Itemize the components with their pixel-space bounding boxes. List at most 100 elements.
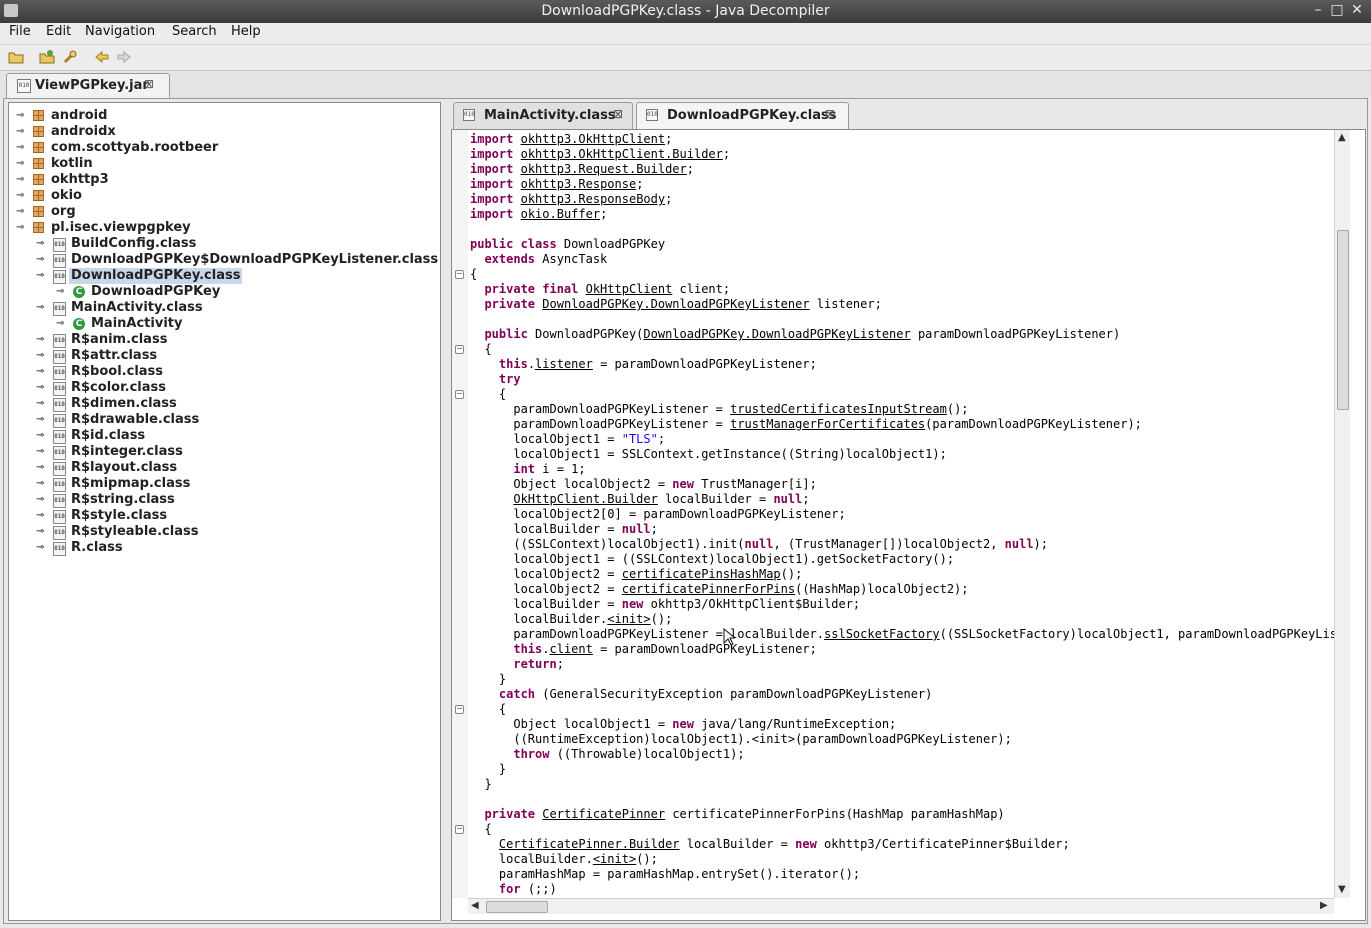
vertical-scroll-thumb[interactable]	[1337, 230, 1349, 410]
fold-toggle-icon[interactable]: −	[455, 345, 464, 354]
code-link[interactable]: certificatePinsHashMap	[622, 567, 781, 581]
expand-icon[interactable]: ⊸	[16, 204, 26, 220]
expand-icon[interactable]: ⊸	[36, 540, 46, 556]
expand-icon[interactable]: ⊸	[36, 252, 46, 268]
tab-downloadpgpkey-class[interactable]: 010 DownloadPGPKey.class ⊠	[636, 102, 849, 129]
code-link[interactable]: sslSocketFactory	[824, 627, 940, 641]
collapse-icon[interactable]: ⊸	[16, 220, 26, 236]
scroll-up-icon[interactable]: ▲	[1338, 132, 1346, 143]
expand-icon[interactable]: ⊸	[56, 284, 66, 300]
tree-item[interactable]: ⊸ C DownloadPGPKey	[9, 284, 440, 300]
tree-item[interactable]: ⊸ 010 R$bool.class	[9, 364, 440, 380]
tree-item[interactable]: ⊸ 010 R$drawable.class	[9, 412, 440, 428]
scroll-down-icon[interactable]: ▼	[1338, 884, 1346, 895]
fold-toggle-icon[interactable]: −	[455, 705, 464, 714]
open-type-icon[interactable]	[39, 49, 55, 65]
tree-item[interactable]: ⊸ 010 MainActivity.class	[9, 300, 440, 316]
close-button[interactable]: ✕	[1348, 2, 1366, 18]
tree-item[interactable]: ⊸ 010 R$dimen.class	[9, 396, 440, 412]
fold-toggle-icon[interactable]: −	[455, 390, 464, 399]
tree-item[interactable]: ⊸ C MainActivity	[9, 316, 440, 332]
code-link[interactable]: <init>	[593, 852, 636, 866]
tree-item[interactable]: ⊸ okhttp3	[9, 172, 440, 188]
tree-item[interactable]: ⊸ okio	[9, 188, 440, 204]
code-link[interactable]: trustedCertificatesInputStream	[730, 402, 947, 416]
expand-icon[interactable]: ⊸	[36, 508, 46, 524]
tree-item[interactable]: ⊸ pl.isec.viewpgpkey	[9, 220, 440, 236]
expand-icon[interactable]: ⊸	[36, 460, 46, 476]
scroll-right-icon[interactable]: ▶	[1320, 900, 1328, 911]
expand-icon[interactable]: ⊸	[36, 380, 46, 396]
menu-navigation[interactable]: Navigation	[85, 24, 155, 39]
tree-item[interactable]: ⊸ 010 R$color.class	[9, 380, 440, 396]
tab-mainactivity-class[interactable]: 010 MainActivity.class ⊠	[453, 102, 633, 129]
tree-item[interactable]: ⊸ com.scottyab.rootbeer	[9, 140, 440, 156]
tab-viewpgpkey-jar[interactable]: 010 ViewPGPkey.jar ⊠	[6, 73, 170, 98]
expand-icon[interactable]: ⊸	[16, 140, 26, 156]
code-link[interactable]: okhttp3.Response	[521, 177, 637, 191]
tree-item[interactable]: ⊸ android	[9, 108, 440, 124]
expand-icon[interactable]: ⊸	[36, 236, 46, 252]
tree-item[interactable]: ⊸ kotlin	[9, 156, 440, 172]
tree-item[interactable]: ⊸ 010 R$attr.class	[9, 348, 440, 364]
code-link[interactable]: OkHttpClient	[586, 282, 673, 296]
search-icon[interactable]	[62, 49, 78, 65]
expand-icon[interactable]: ⊸	[36, 348, 46, 364]
code-link[interactable]: okhttp3.OkHttpClient	[521, 132, 666, 146]
code-link[interactable]: okhttp3.ResponseBody	[521, 192, 666, 206]
tree-item[interactable]: ⊸ 010 R$layout.class	[9, 460, 440, 476]
menu-help[interactable]: Help	[231, 24, 261, 39]
code-link[interactable]: listener	[535, 357, 593, 371]
tree-item[interactable]: ⊸ 010 BuildConfig.class	[9, 236, 440, 252]
collapse-icon[interactable]: ⊸	[36, 300, 46, 316]
minimize-button[interactable]: –	[1309, 2, 1327, 18]
code-link[interactable]: CertificatePinner	[542, 807, 665, 821]
horizontal-scroll-thumb[interactable]	[486, 901, 548, 913]
expand-icon[interactable]: ⊸	[56, 316, 66, 332]
expand-icon[interactable]: ⊸	[16, 124, 26, 140]
tree-item[interactable]: ⊸ 010 R$mipmap.class	[9, 476, 440, 492]
expand-icon[interactable]: ⊸	[16, 172, 26, 188]
back-icon[interactable]	[94, 49, 110, 65]
expand-icon[interactable]: ⊸	[36, 364, 46, 380]
tree-item[interactable]: ⊸ 010 R$style.class	[9, 508, 440, 524]
tree-item[interactable]: ⊸ 010 R$integer.class	[9, 444, 440, 460]
close-tab-icon[interactable]: ⊠	[613, 107, 623, 121]
tree-item[interactable]: ⊸ org	[9, 204, 440, 220]
expand-icon[interactable]: ⊸	[36, 524, 46, 540]
horizontal-scrollbar[interactable]: ◀ ▶	[468, 898, 1334, 914]
code-link[interactable]: DownloadPGPKey.DownloadPGPKeyListener	[542, 297, 809, 311]
menu-search[interactable]: Search	[172, 24, 217, 39]
open-file-icon[interactable]	[8, 49, 24, 65]
tree-item[interactable]: ⊸ androidx	[9, 124, 440, 140]
expand-icon[interactable]: ⊸	[36, 428, 46, 444]
menu-edit[interactable]: Edit	[46, 24, 71, 39]
tree-item[interactable]: ⊸ 010 R$id.class	[9, 428, 440, 444]
code-link[interactable]: certificatePinnerForPins	[622, 582, 795, 596]
vertical-scrollbar[interactable]: ▲ ▼	[1334, 130, 1350, 898]
expand-icon[interactable]: ⊸	[16, 188, 26, 204]
tree-item[interactable]: ⊸ 010 DownloadPGPKey.class	[9, 268, 440, 284]
maximize-button[interactable]: □	[1328, 2, 1346, 18]
menu-file[interactable]: File	[9, 24, 31, 39]
forward-icon[interactable]	[116, 49, 132, 65]
code-link[interactable]: trustManagerForCertificates	[730, 417, 925, 431]
code-link[interactable]: CertificatePinner.Builder	[499, 837, 680, 851]
tree-item[interactable]: ⊸ 010 DownloadPGPKey$DownloadPGPKeyListene…	[9, 252, 440, 268]
expand-icon[interactable]: ⊸	[36, 412, 46, 428]
collapse-icon[interactable]: ⊸	[36, 268, 46, 284]
expand-icon[interactable]: ⊸	[36, 332, 46, 348]
tree-item[interactable]: ⊸ 010 R$styleable.class	[9, 524, 440, 540]
code-link[interactable]: OkHttpClient.Builder	[513, 492, 658, 506]
fold-toggle-icon[interactable]: −	[455, 825, 464, 834]
package-tree[interactable]: ⊸ android ⊸ androidx ⊸ com.scottyab.rootbeer ⊸…	[8, 102, 441, 921]
pane-splitter[interactable]	[441, 102, 447, 919]
tree-item[interactable]: ⊸ 010 R$string.class	[9, 492, 440, 508]
expand-icon[interactable]: ⊸	[16, 156, 26, 172]
tree-item[interactable]: ⊸ 010 R.class	[9, 540, 440, 556]
tree-item[interactable]: ⊸ 010 R$anim.class	[9, 332, 440, 348]
fold-toggle-icon[interactable]: −	[455, 270, 464, 279]
scroll-left-icon[interactable]: ◀	[471, 900, 479, 911]
code-link[interactable]: okio.Buffer	[521, 207, 600, 221]
source-code[interactable]: import okhttp3.OkHttpClient; import okhtt…	[468, 130, 1334, 898]
